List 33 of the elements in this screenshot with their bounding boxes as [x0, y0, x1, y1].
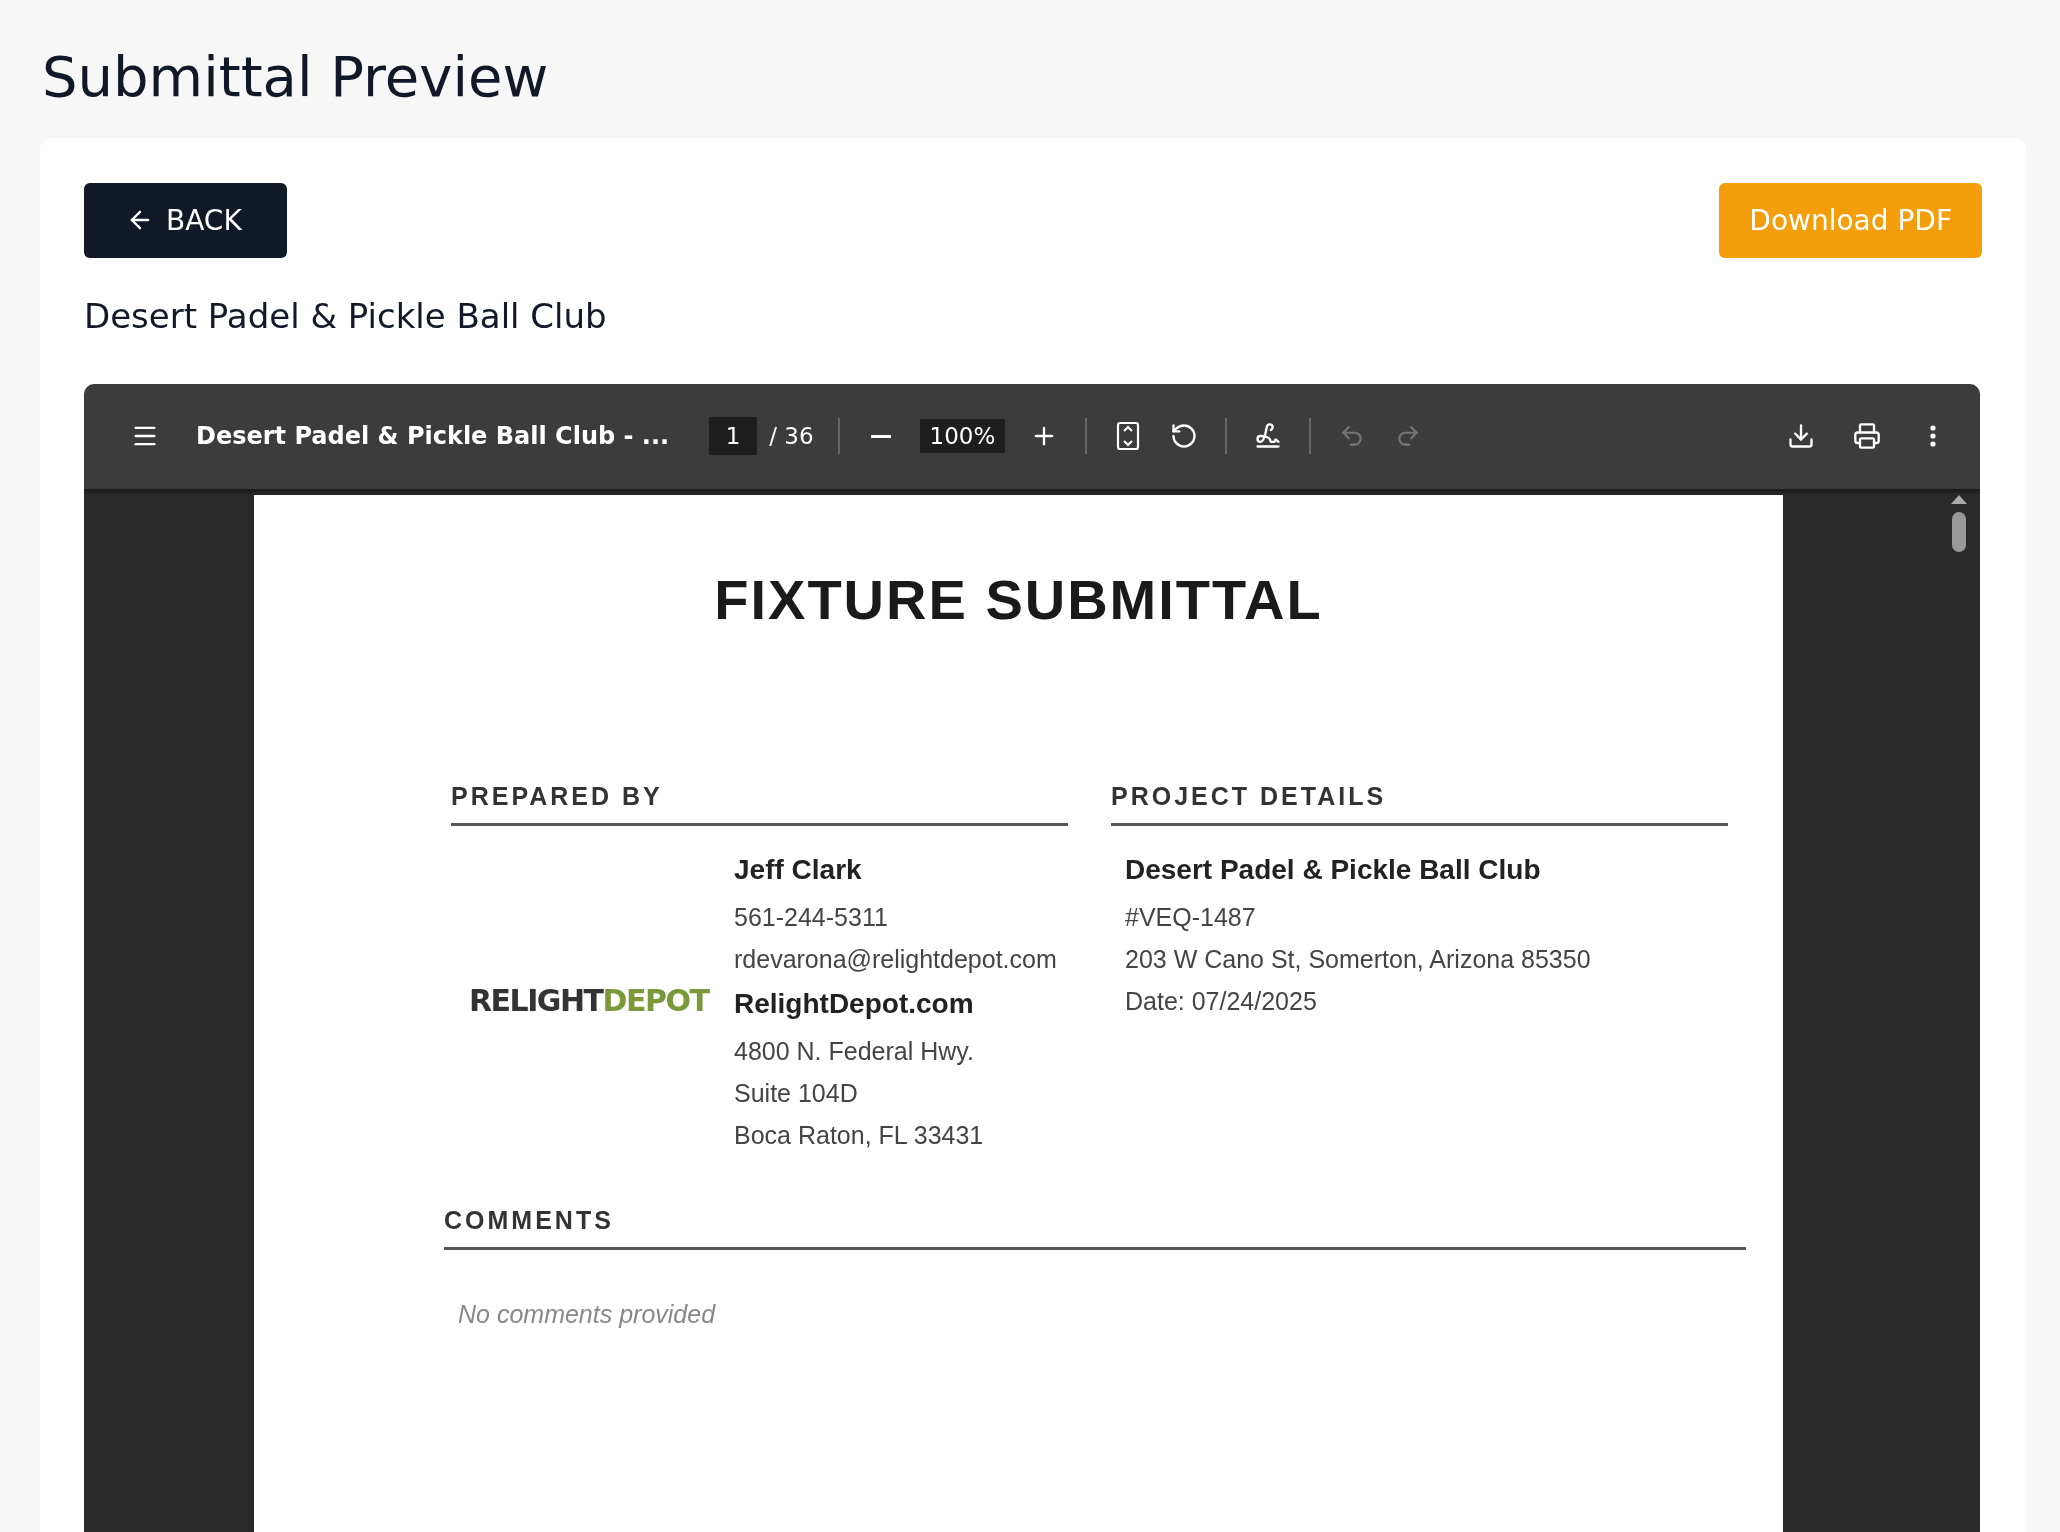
project-title: Desert Padel & Pickle Ball Club [1125, 853, 1542, 886]
more-vertical-icon [1930, 425, 1936, 448]
company-website: RelightDepot.com [734, 987, 975, 1020]
download-icon [1787, 422, 1815, 451]
section-heading: COMMENTS [444, 1205, 1746, 1250]
zoom-level[interactable]: 100% [919, 419, 1006, 454]
project-address: 203 W Cano St, Somerton, Arizona 85350 [1125, 943, 1592, 975]
address-line: Suite 104D [734, 1077, 859, 1109]
page-count: / 36 [769, 423, 814, 450]
scrollbar-thumb[interactable] [1952, 511, 1966, 552]
printer-icon [1853, 422, 1881, 451]
comments-text: No comments provided [458, 1299, 717, 1329]
minus-icon [870, 434, 891, 438]
scroll-up-icon[interactable] [1951, 494, 1967, 504]
document-heading: FIXTURE SUBMITTAL [713, 566, 1324, 632]
rotate-icon [1170, 422, 1199, 451]
project-number: #VEQ-1487 [1125, 901, 1257, 933]
address-line: 4800 N. Federal Hwy. [734, 1035, 975, 1067]
page-number-field[interactable]: 1 [709, 417, 758, 456]
document-title: Desert Padel & Pickle Ball Club - ... [196, 422, 670, 451]
back-button[interactable]: BACK [84, 182, 287, 258]
contact-email: rdevarona@relightdepot.com [734, 943, 1057, 975]
contact-phone: 561-244-5311 [734, 901, 889, 933]
project-name: Desert Padel & Pickle Ball Club [84, 295, 608, 336]
fit-page-icon [1116, 421, 1141, 452]
section-heading: PREPARED BY [451, 781, 1068, 826]
signature-icon [1254, 422, 1283, 451]
company-logo: RELIGHTDEPOT [469, 982, 710, 1019]
contact-name: Jeff Clark [734, 853, 863, 886]
section-heading: PROJECT DETAILS [1111, 781, 1728, 826]
project-date: Date: 07/24/2025 [1125, 985, 1318, 1017]
page-title: Submittal Preview [42, 46, 550, 108]
address-line: Boca Raton, FL 33431 [734, 1119, 985, 1151]
